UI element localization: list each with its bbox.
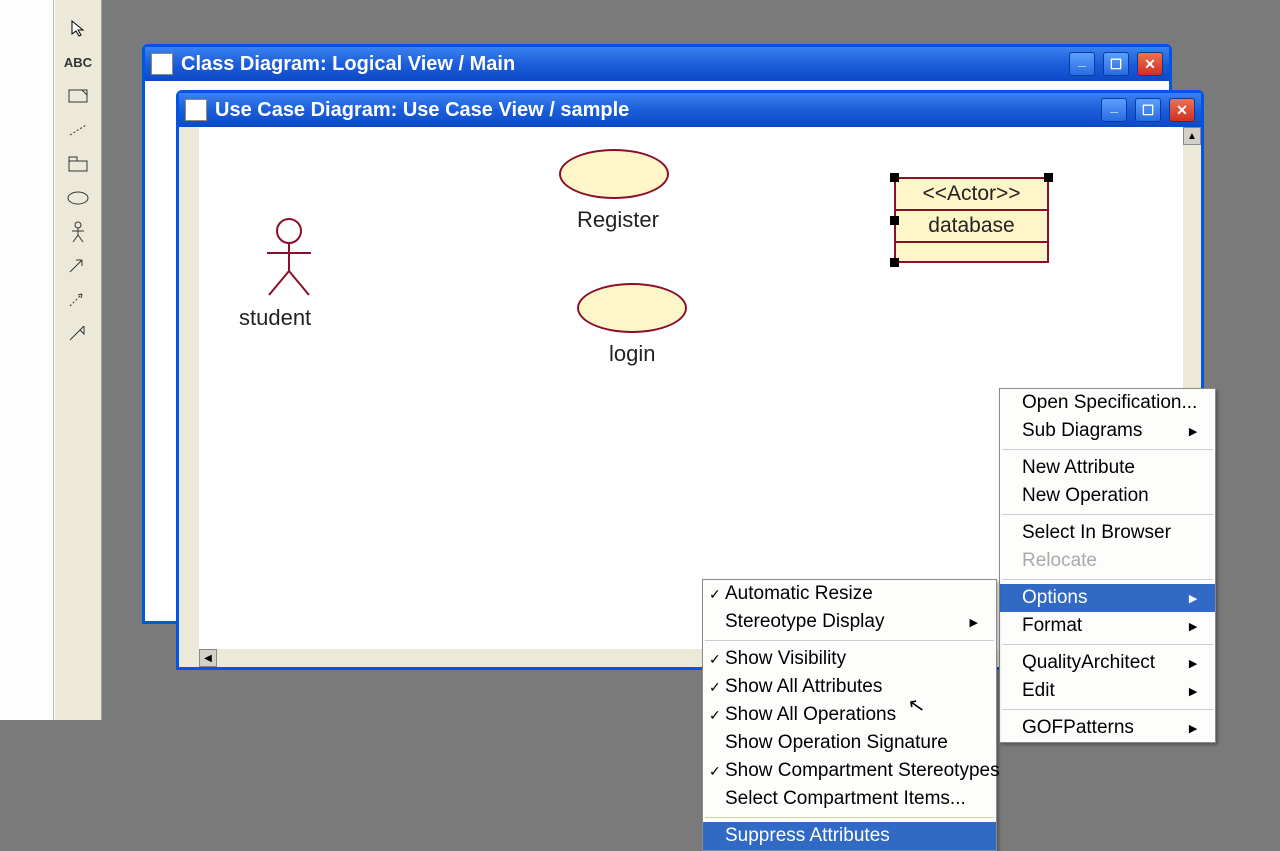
menu-stereotype-display[interactable]: Stereotype Display <box>703 608 996 636</box>
usecase-tool-icon[interactable] <box>62 186 94 210</box>
usecase-register[interactable] <box>559 149 669 199</box>
actor-icon <box>259 217 319 297</box>
resize-handle[interactable] <box>1044 173 1053 182</box>
package-tool-icon[interactable] <box>62 152 94 176</box>
note-tool-icon[interactable] <box>62 84 94 108</box>
menu-options[interactable]: Options <box>1000 584 1215 612</box>
menu-new-attribute[interactable]: New Attribute <box>1000 454 1215 482</box>
menu-select-in-browser[interactable]: Select In Browser <box>1000 519 1215 547</box>
menu-separator <box>1002 709 1213 710</box>
usecase-register-label: Register <box>577 207 659 233</box>
menu-edit[interactable]: Edit <box>1000 677 1215 705</box>
window-title: Class Diagram: Logical View / Main <box>181 53 515 76</box>
menu-sub-diagrams[interactable]: Sub Diagrams <box>1000 417 1215 445</box>
menu-open-specification[interactable]: Open Specification... <box>1000 389 1215 417</box>
resize-handle[interactable] <box>890 258 899 267</box>
menu-format[interactable]: Format <box>1000 612 1215 640</box>
minimize-button[interactable] <box>1069 52 1095 76</box>
left-panel-fragment <box>0 0 54 720</box>
usecase-diagram-window: Use Case Diagram: Use Case View / sample… <box>176 90 1204 670</box>
usecase-titlebar[interactable]: Use Case Diagram: Use Case View / sample <box>179 93 1201 127</box>
menu-separator <box>705 817 994 818</box>
menu-separator <box>1002 579 1213 580</box>
menu-new-operation[interactable]: New Operation <box>1000 482 1215 510</box>
maximize-button[interactable] <box>1103 52 1129 76</box>
menu-select-compartment-items[interactable]: Select Compartment Items... <box>703 785 996 813</box>
attributes-compartment <box>896 243 1047 261</box>
menu-show-all-operations[interactable]: Show All Operations <box>703 701 996 729</box>
actor-student-label: student <box>239 305 311 331</box>
toolbox: ABC <box>54 0 102 720</box>
usecase-login-label: login <box>609 341 655 367</box>
database-element[interactable]: <<Actor>> database <box>894 177 1049 263</box>
actor-student[interactable] <box>259 217 319 297</box>
menu-relocate: Relocate <box>1000 547 1215 575</box>
scroll-left-button[interactable]: ◀ <box>199 649 217 667</box>
generalization-tool-icon[interactable] <box>62 322 94 346</box>
association-tool-icon[interactable] <box>62 254 94 278</box>
line-tool-icon[interactable] <box>62 118 94 142</box>
menu-show-compartment-stereotypes[interactable]: Show Compartment Stereotypes <box>703 757 996 785</box>
resize-handle[interactable] <box>890 173 899 182</box>
actor-tool-icon[interactable] <box>62 220 94 244</box>
menu-quality-architect[interactable]: QualityArchitect <box>1000 649 1215 677</box>
class-titlebar[interactable]: Class Diagram: Logical View / Main <box>145 47 1169 81</box>
menu-separator <box>705 640 994 641</box>
element-name: database <box>896 211 1047 243</box>
window-title: Use Case Diagram: Use Case View / sample <box>215 99 629 122</box>
text-tool-icon[interactable]: ABC <box>62 50 94 74</box>
menu-show-visibility[interactable]: Show Visibility <box>703 645 996 673</box>
usecase-canvas[interactable]: Register login student <<Actor>> databas… <box>179 127 1201 667</box>
options-submenu: Automatic Resize Stereotype Display Show… <box>702 579 997 851</box>
resize-handle[interactable] <box>890 216 899 225</box>
minimize-button[interactable] <box>1101 98 1127 122</box>
menu-show-operation-signature[interactable]: Show Operation Signature <box>703 729 996 757</box>
window-icon <box>185 99 207 121</box>
menu-automatic-resize[interactable]: Automatic Resize <box>703 580 996 608</box>
menu-suppress-attributes[interactable]: Suppress Attributes <box>703 822 996 850</box>
menu-show-all-attributes[interactable]: Show All Attributes <box>703 673 996 701</box>
scroll-up-button[interactable]: ▲ <box>1183 127 1201 145</box>
menu-separator <box>1002 449 1213 450</box>
menu-separator <box>1002 514 1213 515</box>
context-menu: Open Specification... Sub Diagrams New A… <box>999 388 1216 743</box>
menu-separator <box>1002 644 1213 645</box>
usecase-login[interactable] <box>577 283 687 333</box>
stereotype-label: <<Actor>> <box>896 179 1047 211</box>
pointer-tool-icon[interactable] <box>62 16 94 40</box>
close-button[interactable] <box>1137 52 1163 76</box>
dependency-tool-icon[interactable] <box>62 288 94 312</box>
window-icon <box>151 53 173 75</box>
menu-gof-patterns[interactable]: GOFPatterns <box>1000 714 1215 742</box>
close-button[interactable] <box>1169 98 1195 122</box>
maximize-button[interactable] <box>1135 98 1161 122</box>
